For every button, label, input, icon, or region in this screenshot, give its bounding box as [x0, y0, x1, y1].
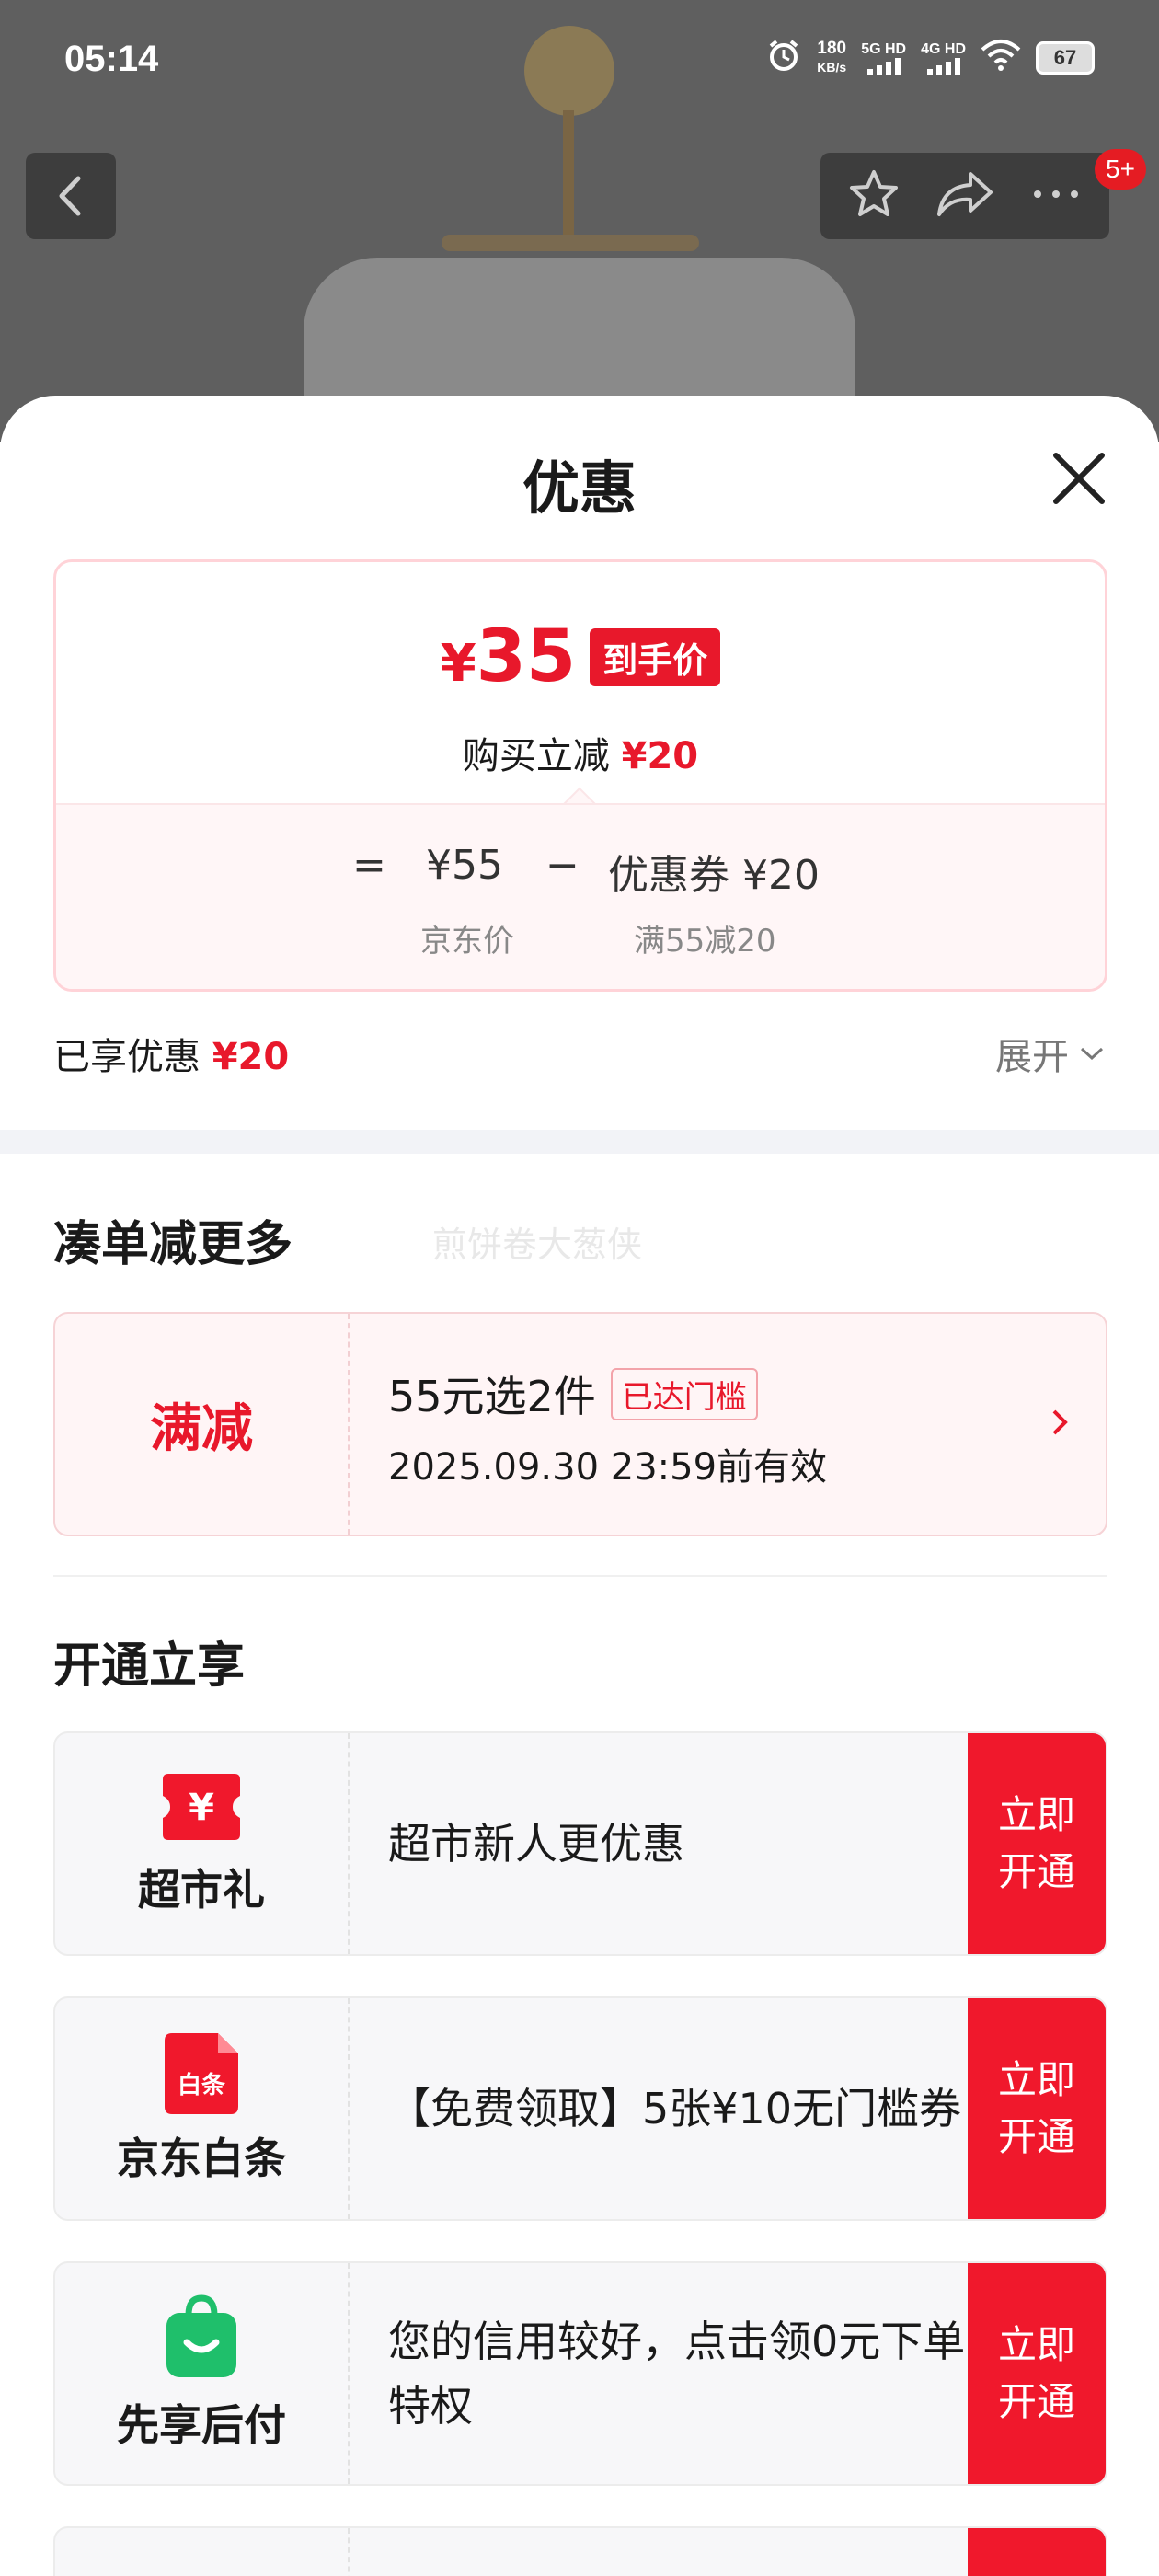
close-icon [1053, 453, 1105, 504]
coupon-label: 满55减20 [634, 923, 776, 960]
service-card-pay-later: 先享后付 您的信用较好，点击领0元下单特权 立即 开通 [53, 2261, 1107, 2486]
sim1-signal: 5G HD [861, 41, 906, 75]
chevron-right-icon [1050, 1406, 1069, 1443]
service-description: 超市新人更优惠 [388, 1819, 684, 1869]
wifi-icon [981, 39, 1021, 77]
service-description: 您的信用较好，点击领0元下单特权 [388, 2317, 966, 2431]
service-name: 京东白条 [117, 2133, 286, 2183]
supermarket-yen-ticket-icon: ¥ [159, 1770, 244, 1847]
formula-equals: = [352, 842, 386, 889]
more-icon[interactable] [1028, 185, 1084, 207]
promo-title-row: 55元选2件 已达门槛 [388, 1363, 758, 1424]
jd-price-label: 京东价 [420, 923, 514, 960]
promo-card[interactable]: 满减 55元选2件 已达门槛 2025.09.30 23:59前有效 [53, 1312, 1107, 1536]
final-price-row: ¥35 到手价 [56, 615, 1105, 698]
service-brand: ¥ 超市礼 [55, 1733, 350, 1954]
divider-line [53, 1575, 1107, 1577]
reduce-line: 购买立减 ¥20 [462, 735, 699, 777]
service-name: 先享后付 [117, 2400, 286, 2450]
chevron-left-icon [59, 176, 81, 216]
service-card-supermarket: ¥ 超市礼 超市新人更优惠 立即 开通 [53, 1731, 1107, 1956]
promo-valid-date: 2025.09.30 23:59前有效 [388, 1446, 828, 1489]
bundle-section-title: 凑单减更多 [53, 1217, 293, 1272]
shopping-bag-icon [163, 2294, 240, 2383]
message-badge: 5+ [1095, 149, 1146, 190]
coupon-amount: 优惠券 ¥20 [608, 852, 820, 899]
battery-icon: 67 [1036, 41, 1095, 75]
status-bar: 05:14 180 KB/s 5G HD 4G HD 67 [0, 0, 1159, 120]
activate-button[interactable]: 立即 开通 [968, 1733, 1106, 1954]
chevron-down-icon [1080, 1047, 1104, 1061]
expand-button[interactable]: 展开 [995, 1027, 1106, 1080]
promo-status-badge: 已达门槛 [610, 1367, 758, 1420]
activate-button[interactable] [968, 2528, 1106, 2576]
service-card-baitiao: 白条 京东白条 【免费领取】5张¥10无门槛券 立即 开通 [53, 1996, 1107, 2221]
sheet-title: 优惠 [522, 454, 637, 522]
enjoyed-discount: 已享优惠 ¥20 [53, 1036, 290, 1078]
status-time: 05:14 [64, 39, 159, 79]
back-button[interactable] [26, 153, 116, 239]
watermark: 煎饼卷大葱侠 [432, 1225, 643, 1265]
section-divider [0, 1130, 1159, 1154]
status-icons: 180 KB/s 5G HD 4G HD 67 [765, 37, 1095, 79]
final-price-tag: 到手价 [590, 627, 721, 686]
close-button[interactable] [1047, 446, 1111, 511]
service-card-partial [53, 2526, 1107, 2576]
alarm-icon [765, 37, 802, 79]
network-speed: 180 KB/s [817, 39, 847, 75]
service-description: 【免费领取】5张¥10无门槛券 [388, 2084, 962, 2133]
final-price: ¥35 [440, 615, 577, 698]
service-brand [55, 2528, 350, 2576]
favorite-star-icon[interactable] [846, 167, 901, 225]
promo-title: 55元选2件 [388, 1372, 596, 1421]
price-card: ¥35 到手价 购买立减 ¥20 = ¥55 − 优惠券 ¥20 京东价 满55… [53, 559, 1107, 992]
service-brand: 先享后付 [55, 2263, 350, 2484]
service-name: 超市礼 [138, 1865, 265, 1915]
baitiao-icon: 白条 [163, 2031, 240, 2116]
service-brand: 白条 京东白条 [55, 1998, 350, 2219]
top-action-group [820, 153, 1109, 239]
activate-button[interactable]: 立即 开通 [968, 1998, 1106, 2219]
formula-minus: − [545, 842, 580, 889]
share-icon[interactable] [935, 168, 994, 224]
price-breakdown: = ¥55 − 优惠券 ¥20 京东价 满55减20 [56, 803, 1105, 989]
promo-type: 满减 [55, 1314, 350, 1535]
activate-button[interactable]: 立即 开通 [968, 2263, 1106, 2484]
hanger-stem [563, 110, 574, 248]
sim2-signal: 4G HD [921, 41, 966, 75]
hanger-bar [442, 235, 699, 251]
svg-text:¥: ¥ [189, 1787, 214, 1829]
open-section-title: 开通立享 [53, 1639, 246, 1694]
jd-price: ¥55 [426, 842, 503, 889]
